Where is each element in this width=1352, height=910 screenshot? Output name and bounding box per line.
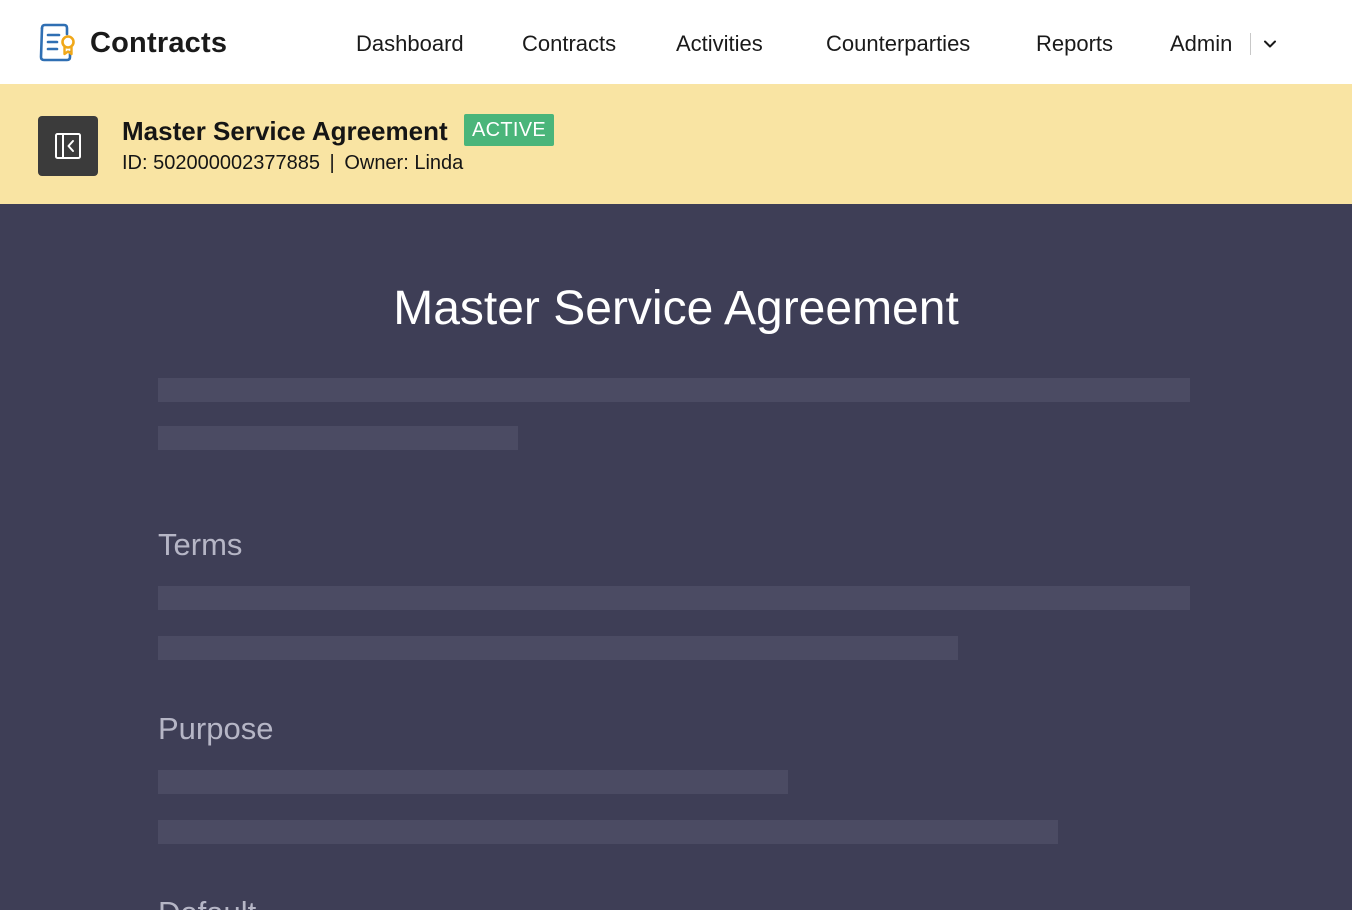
owner-name: Linda (414, 152, 464, 174)
contract-title: Master Service Agreement (122, 116, 448, 146)
contract-id: 502000002377885 (153, 152, 320, 174)
document-title: Master Service Agreement (393, 282, 959, 335)
text-placeholder (158, 378, 1190, 402)
text-placeholder (158, 586, 1190, 610)
nav-contracts[interactable]: Contracts (522, 30, 616, 58)
chevron-down-icon[interactable] (1258, 32, 1282, 56)
nav-counterparties[interactable]: Counterparties (826, 30, 970, 58)
contract-certificate-icon (39, 23, 75, 62)
meta-separator: | (329, 152, 335, 174)
status-badge: ACTIVE (464, 114, 555, 146)
text-placeholder (158, 636, 958, 660)
collapse-panel-button[interactable] (38, 116, 98, 176)
text-placeholder (158, 820, 1058, 844)
owner-label: Owner: (344, 152, 409, 174)
section-heading-purpose: Purpose (158, 711, 274, 746)
nav-dashboard[interactable]: Dashboard (356, 30, 464, 58)
text-placeholder (158, 426, 518, 450)
collapse-panel-icon (55, 133, 81, 159)
app-name: Contracts (90, 26, 228, 59)
contract-meta: ID: 502000002377885 | Owner: Linda (122, 150, 463, 176)
id-label: ID: (122, 152, 148, 174)
text-placeholder (158, 770, 788, 794)
nav-divider (1250, 33, 1251, 55)
nav-reports[interactable]: Reports (1036, 30, 1113, 58)
section-heading-terms: Terms (158, 527, 243, 562)
user-menu-name[interactable]: Admin (1170, 30, 1232, 58)
nav-activities[interactable]: Activities (676, 30, 763, 58)
section-heading-default: Default (158, 894, 256, 910)
contract-header: Master Service Agreement ACTIVE ID: 5020… (0, 84, 1352, 204)
top-navigation-bar: Contracts Dashboard Contracts Activities… (0, 0, 1352, 84)
brand[interactable]: Contracts (38, 22, 227, 64)
